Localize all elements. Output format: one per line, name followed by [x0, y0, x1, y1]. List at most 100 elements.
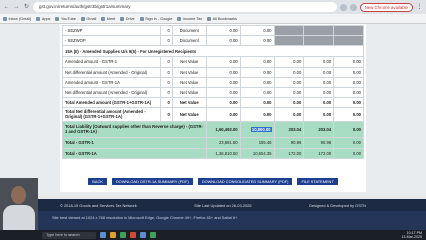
row-type: Net Value — [171, 76, 207, 88]
bookmark-item[interactable]: Sign in - Google — [139, 16, 172, 21]
bookmark-icon — [55, 16, 60, 21]
row-label: Amended amount - GSTR-1 — [62, 56, 161, 68]
row-value: 1,60,492.00 — [205, 121, 241, 139]
row-value: 0.00 — [273, 86, 305, 99]
url-input[interactable]: gst.gov.in/returns/auth/gstr3b/gstr1a/su… — [33, 2, 337, 12]
row-count: 0 — [159, 66, 173, 78]
last-updated-text: Site Last Updated on 26-03-2025 — [194, 202, 252, 208]
download-consolidated-summary-button[interactable]: DOWNLOAD CONSOLIDATED SUMMARY (PDF) — [197, 178, 293, 185]
bookmark-item[interactable]: Drive — [120, 16, 135, 21]
total-amended-row: Total Amended amount (GSTR-1+GSTR-1A) 0 … — [62, 97, 364, 109]
row-count: 0 — [159, 76, 173, 88]
row-value: 0.00 — [239, 56, 275, 68]
row-value: 0.00 — [333, 76, 364, 88]
disabled-cell — [333, 35, 364, 47]
chrome-update-button[interactable]: New Chrome available — [359, 2, 413, 12]
row-value: 0.00 — [273, 97, 305, 109]
bookmark-icon — [120, 16, 125, 21]
row-value: 90.96 — [303, 137, 335, 149]
row-value: 0.00 — [239, 76, 275, 88]
table-row: Amended amount - GSTR-1A 0 Net Value 0.0… — [62, 76, 364, 88]
row-label: Net differential amount (Amended - Origi… — [62, 66, 161, 78]
row-value: 203.04 — [273, 121, 305, 139]
table-row: - SEZWOP 0 Document 0.00 0.00 — [62, 35, 364, 47]
all-bookmarks-item[interactable]: All Bookmarks — [207, 16, 237, 21]
row-value: 0.00 — [239, 66, 275, 78]
table-row: - SEZWP 0 Document 0.00 0.00 — [62, 24, 364, 37]
row-value: 155.46 — [239, 137, 275, 149]
table-row: Net differential amount (Amended - Origi… — [62, 66, 364, 78]
back-button[interactable]: BACK — [88, 178, 107, 185]
row-type: Net Value — [171, 66, 207, 78]
row-value: 172.00 — [273, 147, 305, 159]
bookmark-icon — [3, 16, 7, 21]
windows-taskbar: Type here to search 10:17 PM 13-Mar-2025 — [0, 230, 426, 240]
bookmark-icon — [177, 16, 182, 21]
row-value: 0.00 — [333, 66, 364, 78]
file-explorer-icon[interactable] — [110, 232, 116, 238]
row-value: 0.00 — [303, 86, 335, 99]
bookmark-icon — [139, 16, 144, 21]
row-label: Total - GSTR-1A — [62, 147, 207, 159]
row-value: 0.00 — [333, 137, 364, 149]
chrome-icon[interactable] — [120, 232, 126, 238]
bookmark-item[interactable]: YouTube — [55, 16, 76, 21]
row-value: 90.96 — [273, 137, 305, 149]
row-label: Total - GSTR-1 — [62, 137, 207, 149]
bookmark-item[interactable]: Gmail — [80, 16, 96, 21]
row-value: 0.00 — [205, 86, 241, 99]
extension-icon[interactable] — [339, 3, 347, 11]
edge-icon[interactable] — [140, 232, 146, 238]
bookmark-item[interactable]: Income Tax — [177, 16, 202, 21]
file-statement-button[interactable]: FILE STATEMENT — [297, 178, 338, 185]
row-count: 0 — [159, 24, 173, 37]
back-arrow-icon[interactable]: ← — [3, 4, 10, 11]
clock-date: 13-Mar-2025 — [401, 235, 422, 239]
row-value: 0.00 — [205, 66, 241, 78]
task-view-icon[interactable] — [100, 232, 106, 238]
bookmark-icon — [101, 16, 106, 21]
table-row: Amended amount - GSTR-1 0 Net Value 0.00… — [62, 56, 364, 68]
reload-icon[interactable]: ↻ — [23, 4, 30, 11]
row-value: 0.00 — [303, 107, 335, 123]
system-clock[interactable]: 10:17 PM 13-Mar-2025 — [401, 231, 422, 239]
row-type: Net Value — [171, 86, 207, 99]
bookmarks-bar: Inbox (Gmail) Apps YouTube Gmail Meet Dr… — [0, 14, 426, 24]
row-value: 0.00 — [333, 147, 364, 159]
disabled-cell — [273, 24, 305, 37]
site-footer: © 2018-19 Goods and Services Tax Network… — [0, 199, 426, 211]
excel-icon[interactable] — [150, 232, 156, 238]
bookmark-item[interactable]: Apps — [36, 16, 50, 21]
gstr1a-summary-table: - SEZWP 0 Document 0.00 0.00 - SEZWOP 0 … — [62, 24, 364, 159]
row-value: 0.00 — [205, 35, 241, 47]
row-value: 0.00 — [205, 97, 241, 109]
app-icon[interactable] — [130, 232, 136, 238]
row-value: 0.00 — [205, 24, 241, 37]
row-value: 0.00 — [239, 24, 275, 37]
bookmark-item[interactable]: Meet — [101, 16, 115, 21]
forward-arrow-icon[interactable]: → — [13, 4, 20, 11]
row-value: 0.00 — [273, 107, 305, 123]
row-label: Total Amended amount (GSTR-1+GSTR-1A) — [62, 97, 161, 109]
row-value: 1,36,810.50 — [205, 147, 241, 159]
row-count: 0 — [159, 35, 173, 47]
row-value: 0.00 — [273, 66, 305, 78]
designed-by-text: Designed & Developed by GSTN — [309, 202, 366, 208]
folder-icon — [207, 16, 212, 21]
kebab-menu-icon[interactable]: ⋮ — [416, 4, 423, 11]
row-type: Net Value — [171, 107, 207, 123]
row-count: 0 — [159, 56, 173, 68]
row-type: Document — [171, 35, 207, 47]
download-gstr1a-summary-button[interactable]: DOWNLOAD GSTR-1A SUMMARY (PDF) — [111, 178, 193, 185]
row-type: Document — [171, 24, 207, 37]
row-type: Net Value — [171, 56, 207, 68]
bookmark-item[interactable]: Inbox (Gmail) — [3, 16, 31, 21]
row-value: 0.00 — [205, 56, 241, 68]
row-value: 0.00 — [273, 56, 305, 68]
row-value: 0.00 — [205, 107, 241, 123]
row-label: Net differential amount (Amended - Origi… — [62, 86, 161, 99]
total-net-diff-row: Total Net differential amount (Amended -… — [62, 107, 364, 123]
action-buttons: BACK DOWNLOAD GSTR-1A SUMMARY (PDF) DOWN… — [60, 178, 366, 185]
profile-avatar-icon[interactable] — [349, 3, 357, 11]
taskbar-search-input[interactable]: Type here to search — [42, 231, 96, 239]
